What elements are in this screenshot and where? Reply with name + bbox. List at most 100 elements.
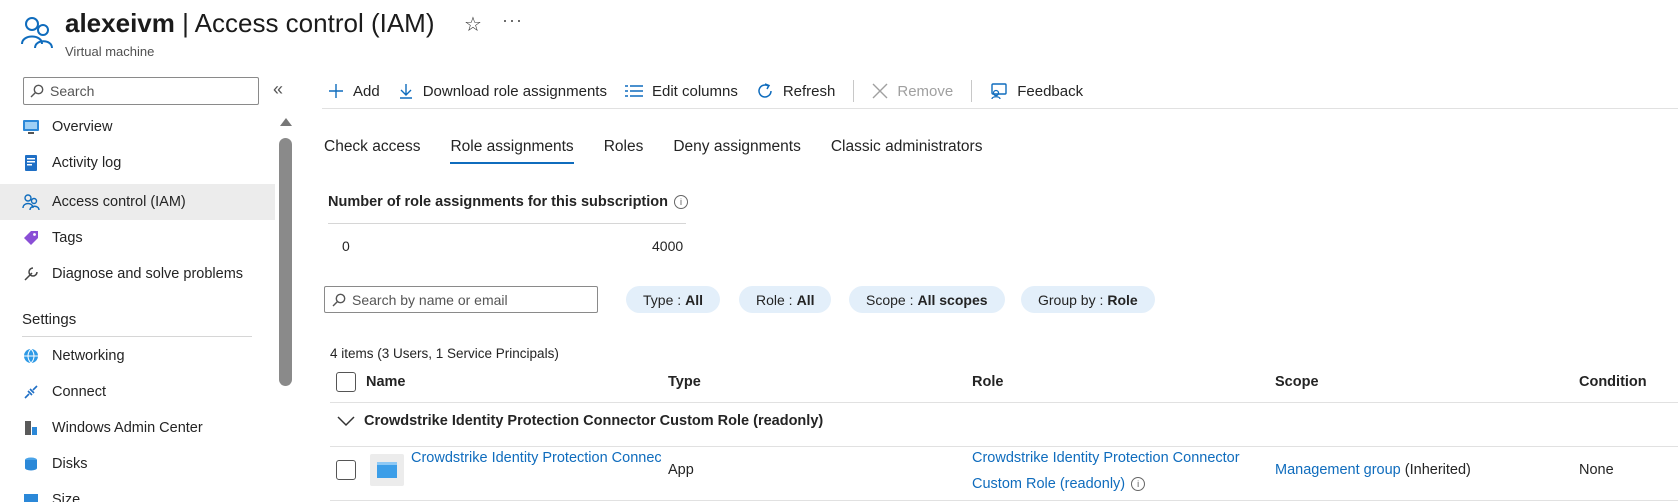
- role-filter-pill[interactable]: Role : All: [739, 286, 832, 313]
- admin-center-icon: [22, 419, 40, 437]
- iam-tabs: Check access Role assignments Roles Deny…: [324, 138, 1012, 164]
- sidebar-item-label: Disks: [52, 456, 88, 472]
- scope-cell: Management group (Inherited): [1275, 462, 1471, 478]
- scroll-up-arrow-icon[interactable]: [280, 118, 292, 126]
- role-group-label: Crowdstrike Identity Protection Connecto…: [364, 413, 824, 429]
- people-icon: [21, 17, 53, 49]
- page-title: alexeivm | Access control (IAM): [65, 8, 434, 39]
- role-link-line1[interactable]: Crowdstrike Identity Protection Connecto…: [972, 450, 1240, 466]
- role-assignment-search[interactable]: [324, 286, 598, 313]
- settings-header: Settings: [22, 311, 77, 328]
- sidebar-item-label: Access control (IAM): [52, 194, 186, 210]
- edit-columns-button[interactable]: Edit columns: [624, 83, 738, 100]
- sidebar-item-disks[interactable]: Disks: [0, 446, 275, 482]
- search-icon: [30, 84, 44, 98]
- tab-roles[interactable]: Roles: [604, 138, 644, 164]
- sidebar-item-diagnose[interactable]: Diagnose and solve problems: [0, 256, 275, 292]
- refresh-button[interactable]: Refresh: [756, 82, 836, 100]
- header-divider: [330, 402, 1678, 403]
- sidebar-item-label: Diagnose and solve problems: [52, 266, 244, 282]
- download-role-assignments-button[interactable]: Download role assignments: [398, 83, 607, 100]
- more-options-button[interactable]: ···: [502, 10, 523, 31]
- info-icon[interactable]: i: [1131, 477, 1146, 492]
- remove-label: Remove: [897, 82, 954, 100]
- condition-cell: None: [1579, 462, 1614, 478]
- sidebar-item-label: Activity log: [52, 155, 122, 171]
- group-by-value: Role: [1107, 291, 1138, 308]
- select-all-checkbox[interactable]: [336, 372, 356, 392]
- resource-name: alexeivm: [65, 8, 175, 38]
- principal-type: App: [668, 462, 694, 478]
- columns-icon: [624, 84, 643, 98]
- sidebar-item-size[interactable]: Size: [0, 482, 275, 502]
- column-header-type[interactable]: Type: [668, 374, 701, 390]
- scope-suffix: (Inherited): [1400, 462, 1471, 478]
- tab-check-access[interactable]: Check access: [324, 138, 420, 164]
- role-link-line2-wrap: Custom Role (readonly) i: [972, 476, 1146, 492]
- sidebar-search-input[interactable]: [50, 83, 250, 99]
- row-checkbox[interactable]: [336, 460, 356, 480]
- info-icon[interactable]: i: [674, 195, 688, 210]
- close-icon: [872, 83, 888, 99]
- sidebar-item-tags[interactable]: Tags: [0, 220, 275, 256]
- remove-button[interactable]: Remove: [872, 83, 953, 100]
- sidebar-item-windows-admin-center[interactable]: Windows Admin Center: [0, 410, 275, 446]
- app-icon: [370, 454, 404, 486]
- scope-link[interactable]: Management group: [1275, 462, 1401, 478]
- download-label: Download role assignments: [422, 82, 607, 100]
- star-icon[interactable]: ☆: [464, 12, 482, 37]
- sidebar-item-connect[interactable]: Connect: [0, 374, 275, 410]
- sidebar-item-overview[interactable]: Overview: [0, 109, 275, 145]
- search-icon: [332, 293, 346, 306]
- sidebar-search[interactable]: [23, 77, 259, 105]
- settings-divider: [22, 336, 252, 337]
- sidebar-item-label: Windows Admin Center: [52, 420, 203, 436]
- subscription-count-max: 4000: [652, 238, 684, 254]
- group-by-pill[interactable]: Group by : Role: [1021, 286, 1155, 313]
- plus-icon: [328, 83, 344, 99]
- add-label: Add: [353, 82, 380, 100]
- sidebar-item-networking[interactable]: Networking: [0, 338, 275, 374]
- column-header-scope[interactable]: Scope: [1275, 374, 1319, 390]
- principal-name-link[interactable]: Crowdstrike Identity Protection Connec: [411, 450, 661, 466]
- type-filter-pill[interactable]: Type : All: [626, 286, 721, 313]
- tab-deny-assignments[interactable]: Deny assignments: [673, 138, 801, 164]
- sidebar-item-label: Tags: [52, 230, 83, 246]
- column-header-role[interactable]: Role: [972, 374, 1003, 390]
- sidebar-item-access-control[interactable]: Access control (IAM): [0, 184, 275, 220]
- sidebar-scrollbar[interactable]: [279, 138, 292, 386]
- role-assignment-search-input[interactable]: [352, 291, 592, 308]
- download-icon: [398, 83, 414, 99]
- tab-classic-administrators[interactable]: Classic administrators: [831, 138, 983, 164]
- refresh-label: Refresh: [782, 82, 836, 100]
- page-name: Access control (IAM): [194, 8, 435, 38]
- log-icon: [22, 154, 40, 172]
- scope-filter-value: All scopes: [917, 291, 988, 308]
- column-header-condition[interactable]: Condition: [1579, 374, 1647, 390]
- chevron-down-icon: [337, 416, 355, 427]
- tab-role-assignments[interactable]: Role assignments: [450, 138, 574, 164]
- sidebar-item-activity-log[interactable]: Activity log: [0, 145, 275, 181]
- group-by-label: Group by :: [1038, 291, 1104, 308]
- scope-filter-pill[interactable]: Scope : All scopes: [849, 286, 1005, 313]
- command-bar: Add Download role assignments Edit colum…: [328, 78, 1101, 104]
- type-filter-value: All: [685, 291, 704, 308]
- sidebar-item-label: Networking: [52, 348, 125, 364]
- role-link-line2[interactable]: Custom Role (readonly): [972, 476, 1125, 492]
- scope-filter-label: Scope :: [866, 291, 914, 308]
- people-icon: [22, 193, 40, 211]
- feedback-button[interactable]: Feedback: [990, 82, 1083, 100]
- column-header-name[interactable]: Name: [366, 374, 406, 390]
- title-separator: |: [174, 8, 195, 38]
- feedback-label: Feedback: [1017, 82, 1084, 100]
- monitor-icon: [22, 118, 40, 136]
- type-filter-label: Type :: [643, 291, 682, 308]
- toolbar-divider-line: [322, 108, 1678, 109]
- collapse-sidebar-icon[interactable]: «: [273, 79, 283, 100]
- tag-icon: [22, 229, 40, 247]
- disk-icon: [22, 455, 40, 473]
- add-button[interactable]: Add: [328, 83, 380, 100]
- subscription-count-min: 0: [342, 238, 350, 254]
- resource-type: Virtual machine: [65, 44, 155, 59]
- role-group-row[interactable]: Crowdstrike Identity Protection Connecto…: [336, 413, 823, 429]
